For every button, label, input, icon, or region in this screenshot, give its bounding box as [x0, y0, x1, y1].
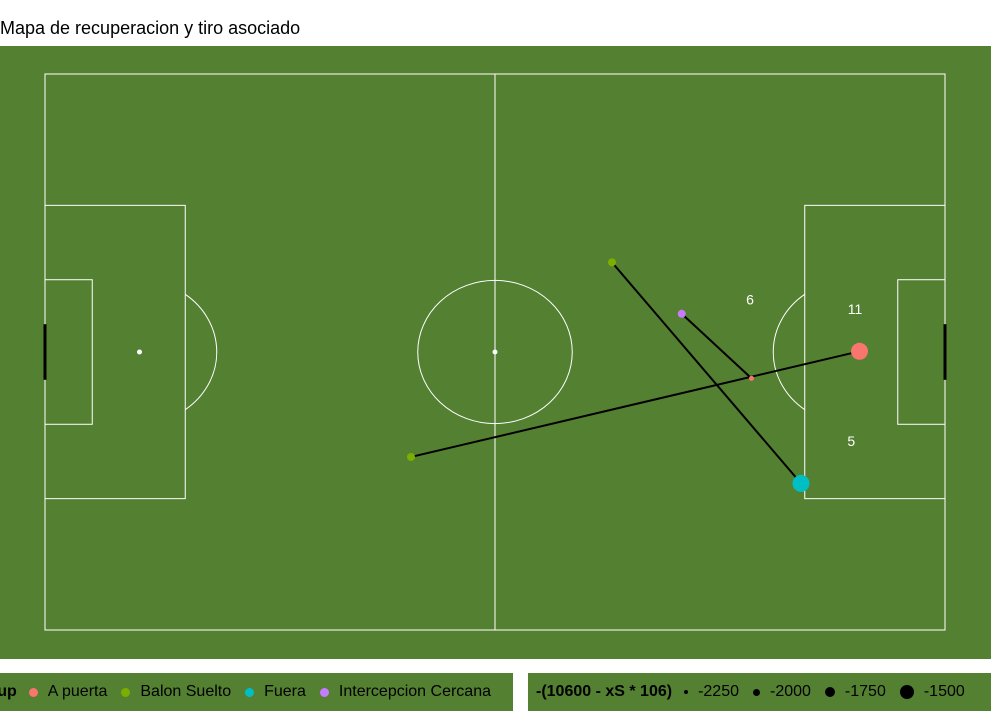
color-legend-label: Balon Suelto [140, 683, 232, 700]
legend-dot [121, 687, 131, 697]
size-legend-item: -2250 [684, 683, 739, 701]
size-legend-title: -(10600 - xS * 106) [536, 683, 673, 700]
penalty-spot-left [137, 349, 142, 355]
color-legend-item: Intercepcion Cercana [319, 683, 491, 701]
size-legend-item: -2000 [753, 683, 811, 701]
color-legend-label: Fuera [264, 683, 306, 700]
color-legend-item: A puerta [28, 683, 108, 701]
color-legend-item: Balon Suelto [121, 683, 231, 701]
penalty-arc-right [772, 293, 806, 411]
color-legend-title: up [0, 683, 17, 700]
color-legend-label: Intercepcion Cercana [338, 683, 491, 700]
pitch-markings [43, 73, 947, 631]
recovery-point-1 [407, 452, 415, 461]
six-yard-box-left [44, 279, 93, 425]
size-legend-item: -1500 [899, 683, 965, 701]
connector-line-0 [611, 261, 802, 485]
center-spot [492, 349, 498, 355]
penalty-arc-left [184, 293, 218, 411]
pitch-chart: 11 5 6 [0, 46, 991, 659]
legend-dot [899, 685, 914, 699]
connector-line-2 [681, 313, 753, 380]
color-legend-item: Fuera [245, 683, 306, 701]
legend-dot [28, 687, 38, 697]
size-legend-label: -1500 [923, 683, 965, 700]
size-legend-label: -2000 [770, 683, 811, 700]
shot-label-1: 5 [847, 433, 855, 449]
size-legend: -(10600 - xS * 106) -2250 -2000 -1750 -1500 [528, 673, 991, 711]
recovery-shot-connectors [410, 261, 860, 485]
legend-dot [753, 688, 760, 696]
recovery-point-2 [677, 309, 686, 318]
shot-point-2 [749, 375, 754, 381]
legend-dot [319, 687, 329, 697]
color-legend: up A puerta Balon Suelto Fuera Intercepcion… [0, 673, 513, 711]
penalty-box-left [44, 204, 186, 500]
legend-dot [824, 687, 835, 697]
recovery-point-0 [608, 258, 616, 267]
legend-dot [245, 687, 255, 697]
shot-point-0 [851, 342, 868, 360]
penalty-box-right [804, 204, 946, 500]
shot-label-0: 11 [848, 301, 863, 317]
size-legend-item: -1750 [824, 683, 886, 701]
shot-label-2: 6 [746, 291, 754, 307]
chart-title: Mapa de recuperacion y tiro asociado [0, 18, 301, 38]
size-legend-label: -1750 [844, 683, 886, 700]
legend-dot [684, 690, 689, 694]
color-legend-label: A puerta [47, 683, 108, 700]
six-yard-box-right [897, 279, 946, 425]
size-legend-label: -2250 [698, 683, 739, 700]
shot-point-1 [792, 474, 810, 492]
connector-line-1 [410, 350, 860, 458]
